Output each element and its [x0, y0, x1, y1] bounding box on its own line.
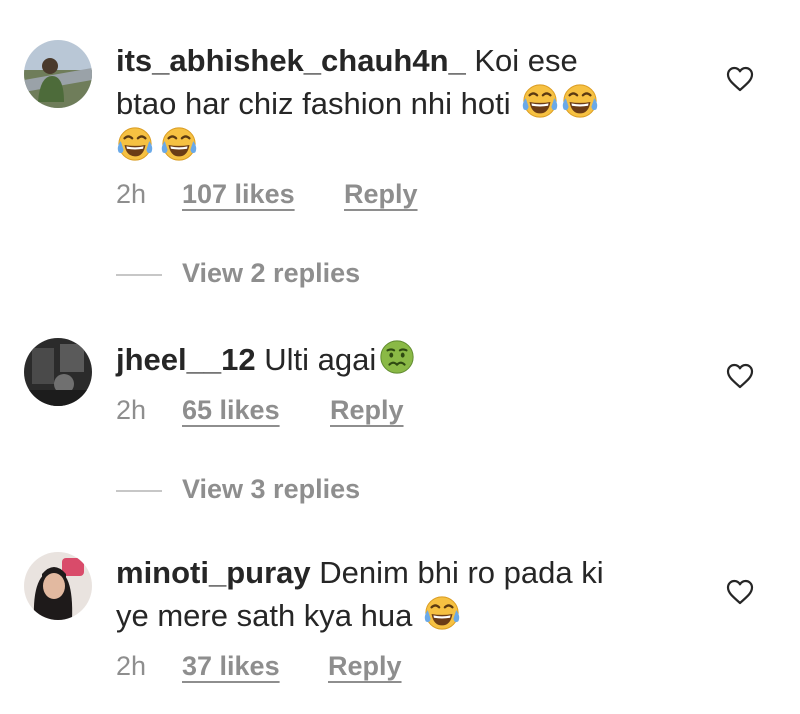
tears-of-joy-emoji-icon [561, 82, 599, 120]
view-replies-label[interactable]: View 3 replies [182, 474, 360, 505]
avatar[interactable] [24, 552, 92, 620]
comment-text: its_abhishek_chauh4n_ Koi ese btao har c… [116, 40, 676, 168]
replies-divider [116, 490, 162, 492]
comment-username[interactable]: jheel__12 [116, 342, 256, 377]
like-heart-icon[interactable] [726, 363, 754, 389]
like-heart-icon[interactable] [726, 579, 754, 605]
tears-of-joy-emoji-icon [160, 125, 198, 163]
reply-button[interactable]: Reply [328, 651, 402, 682]
comment-body: Koi ese [465, 43, 578, 78]
reply-button[interactable]: Reply [344, 179, 418, 210]
avatar[interactable] [24, 338, 92, 406]
reply-button[interactable]: Reply [330, 395, 404, 426]
view-replies-label[interactable]: View 2 replies [182, 258, 360, 289]
comment-body: btao har chiz fashion nhi hoti [116, 86, 511, 121]
comment-body: ye mere sath kya hua [116, 598, 413, 633]
comment-time: 2h [116, 179, 147, 209]
likes-count-link[interactable]: 107 likes [182, 179, 295, 210]
comment-time: 2h [116, 395, 147, 425]
comment-body: Ulti agai [255, 342, 377, 377]
comment-text: jheel__12 Ulti agai [116, 338, 676, 381]
comment-username[interactable]: minoti_puray [116, 555, 311, 590]
comment-body: Denim bhi ro pada ki [310, 555, 604, 590]
nauseated-face-emoji-icon [378, 338, 416, 376]
likes-count-link[interactable]: 37 likes [182, 651, 280, 682]
tears-of-joy-emoji-icon [116, 125, 154, 163]
tears-of-joy-emoji-icon [423, 594, 461, 632]
comment-text: minoti_puray Denim bhi ro pada ki ye mer… [116, 552, 676, 637]
replies-divider [116, 274, 162, 276]
likes-count-link[interactable]: 65 likes [182, 395, 280, 426]
like-heart-icon[interactable] [726, 66, 754, 92]
tears-of-joy-emoji-icon [521, 82, 559, 120]
comment-username[interactable]: its_abhishek_chauh4n_ [116, 43, 466, 78]
comment-time: 2h [116, 651, 147, 681]
avatar[interactable] [24, 40, 92, 108]
